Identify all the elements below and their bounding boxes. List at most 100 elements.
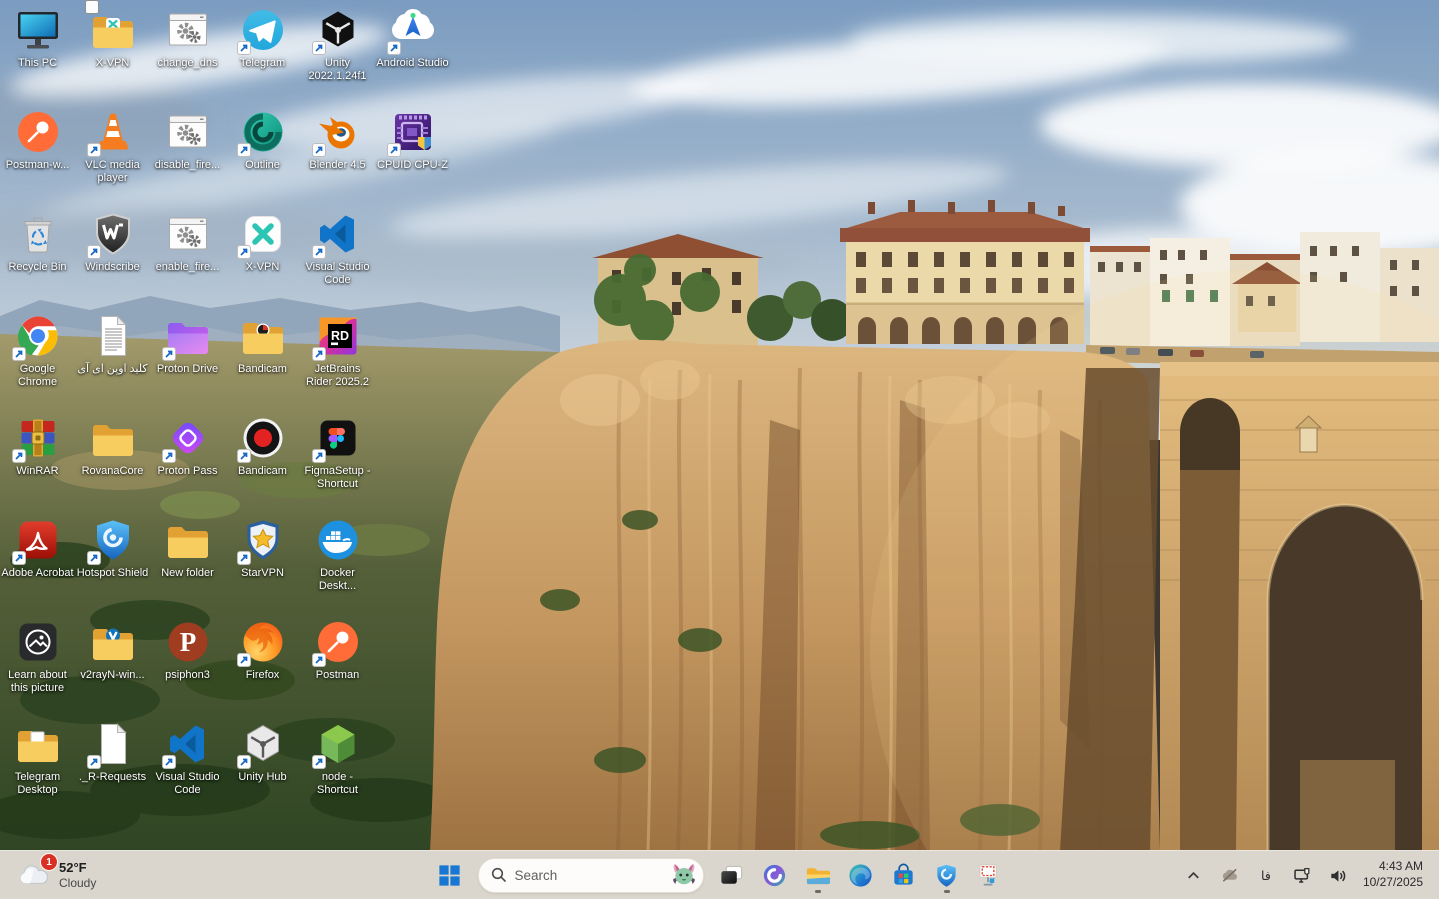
shortcut-arrow-icon: [12, 551, 26, 565]
desktop-icon-telegram-desktop[interactable]: Telegram Desktop: [0, 720, 75, 798]
desktop-icon-outline[interactable]: Outline: [225, 108, 300, 172]
taskbar-center: Search: [430, 851, 1010, 899]
gear-window-icon: [164, 108, 212, 156]
desktop-icon-v2rayn[interactable]: v2rayN-win...: [75, 618, 150, 682]
postman-icon: [14, 108, 62, 156]
weather-widget[interactable]: 1 52°F Cloudy: [10, 851, 104, 899]
desktop-icon-telegram[interactable]: Telegram: [225, 6, 300, 70]
desktop-icon-windscribe[interactable]: Windscribe: [75, 210, 150, 274]
start-button[interactable]: [430, 855, 470, 895]
desktop-icon-this-pc[interactable]: This PC: [0, 6, 75, 70]
desktop-icon-x-vpn-folder[interactable]: X-VPN: [75, 6, 150, 70]
desktop-icon-adobe-acrobat[interactable]: Adobe Acrobat: [0, 516, 75, 580]
windows-logo-icon: [436, 862, 463, 889]
folder-v2ray-icon: [89, 618, 137, 666]
desktop-icon-label: Proton Drive: [150, 363, 225, 376]
desktop-icon-bandicam[interactable]: Bandicam: [225, 414, 300, 478]
desktop-icon-vlc-media-player[interactable]: VLC media player: [75, 108, 150, 186]
desktop-icon-label: Hotspot Shield: [75, 567, 150, 580]
desktop-icon-x-vpn[interactable]: X-VPN: [225, 210, 300, 274]
desktop-icon-proton-pass[interactable]: Proton Pass: [150, 414, 225, 478]
desktop-icon-label: CPUID CPU-Z: [375, 159, 450, 172]
desktop-icon-r-requests[interactable]: ._R-Requests: [75, 720, 150, 784]
shortcut-arrow-icon: [237, 449, 251, 463]
desktop-icon-proton-drive[interactable]: Proton Drive: [150, 312, 225, 376]
clock-date: 10/27/2025: [1363, 875, 1423, 891]
desktop-icon-google-chrome[interactable]: Google Chrome: [0, 312, 75, 390]
desktop-icon-blender[interactable]: Blender 4.5: [300, 108, 375, 172]
taskbar-microsoft-store-button[interactable]: [884, 855, 924, 895]
desktop-icon-android-studio[interactable]: Android Studio: [375, 6, 450, 70]
desktop-icon-label: Bandicam: [225, 363, 300, 376]
learn-picture-icon: [14, 618, 62, 666]
selection-checkbox[interactable]: [85, 0, 99, 14]
desktop-icon-figma-setup[interactable]: FigmaSetup - Shortcut: [300, 414, 375, 492]
desktop-icon-label: Google Chrome: [0, 363, 75, 390]
desktop-icon-learn-about-picture[interactable]: Learn about this picture: [0, 618, 75, 696]
shortcut-arrow-icon: [312, 347, 326, 361]
desktop-icon-starvpn[interactable]: StarVPN: [225, 516, 300, 580]
desktop-icon-label: Outline: [225, 159, 300, 172]
desktop-icon-bandicam-folder[interactable]: Bandicam: [225, 312, 300, 376]
snip-icon: [976, 862, 1003, 889]
desktop-icon-disable-firewall[interactable]: disable_fire...: [150, 108, 225, 172]
store-icon: [890, 862, 917, 889]
desktop-icon-rovanacore[interactable]: RovanaCore: [75, 414, 150, 478]
desktop: This PCX-VPNchange_dnsTelegramUnity 2022…: [0, 0, 1439, 899]
running-indicator: [815, 890, 821, 893]
taskbar-task-view-button[interactable]: [712, 855, 752, 895]
desktop-icon-winrar[interactable]: WinRAR: [0, 414, 75, 478]
taskbar-copilot-button[interactable]: [755, 855, 795, 895]
network-button[interactable]: [1285, 857, 1319, 893]
desktop-icon-postman-installer[interactable]: Postman-w...: [0, 108, 75, 172]
desktop-icon-psiphon3[interactable]: Ppsiphon3: [150, 618, 225, 682]
desktop-icon-recycle-bin[interactable]: Recycle Bin: [0, 210, 75, 274]
desktop-icon-hotspot-shield[interactable]: Hotspot Shield: [75, 516, 150, 580]
creature-icon: [671, 862, 697, 888]
desktop-icon-new-folder[interactable]: New folder: [150, 516, 225, 580]
desktop-icon-unity-2022[interactable]: Unity 2022.1.24f1: [300, 6, 375, 84]
language-indicator[interactable]: فا: [1249, 857, 1283, 893]
shortcut-arrow-icon: [387, 41, 401, 55]
recycle-icon: [14, 210, 62, 258]
desktop-icon-docker-desktop[interactable]: Docker Deskt...: [300, 516, 375, 594]
desktop-icon-change-dns[interactable]: change_dns: [150, 6, 225, 70]
desktop-icon-visual-studio-code[interactable]: Visual Studio Code: [300, 210, 375, 288]
desktop-icon-firefox[interactable]: Firefox: [225, 618, 300, 682]
desktop-icon-label: change_dns: [150, 57, 225, 70]
taskbar-file-explorer-button[interactable]: [798, 855, 838, 895]
desktop-icon-cpuid-cpu-z[interactable]: CPUID CPU-Z: [375, 108, 450, 172]
desktop-icon-label: X-VPN: [225, 261, 300, 274]
desktop-icon-enable-firewall[interactable]: enable_fire...: [150, 210, 225, 274]
doc-lines-icon: [89, 312, 137, 360]
desktop-icon-visual-studio-code-2[interactable]: Visual Studio Code: [150, 720, 225, 798]
desktop-icon-label: X-VPN: [75, 57, 150, 70]
desktop-icon-unity-hub[interactable]: Unity Hub: [225, 720, 300, 784]
taskbar-hotspot-shield-button[interactable]: [927, 855, 967, 895]
desktop-icon-node-shortcut[interactable]: node - Shortcut: [300, 720, 375, 798]
taskbar-edge-button[interactable]: [841, 855, 881, 895]
volume-button[interactable]: [1321, 857, 1355, 893]
shortcut-arrow-icon: [237, 143, 251, 157]
desktop-icon-label: This PC: [0, 57, 75, 70]
cloud-off-icon: [1220, 866, 1239, 885]
desktop-icon-openai-key-doc[interactable]: کلید اوپن ای آی: [75, 312, 150, 376]
taskbar-snipping-app-button[interactable]: [970, 855, 1010, 895]
shortcut-arrow-icon: [12, 347, 26, 361]
search-input[interactable]: Search: [478, 858, 704, 893]
onedrive-status-button[interactable]: [1213, 857, 1247, 893]
tray-chevron-button[interactable]: [1177, 857, 1211, 893]
copilot-icon: [761, 862, 788, 889]
desktop-icon-label: Postman-w...: [0, 159, 75, 172]
weather-condition: Cloudy: [59, 876, 96, 890]
desktop-icon-jetbrains-rider[interactable]: RDJetBrains Rider 2025.2: [300, 312, 375, 390]
folder-bandicam-icon: [239, 312, 287, 360]
gear-window-icon: [164, 6, 212, 54]
clock[interactable]: 4:43 AM 10/27/2025: [1357, 859, 1431, 890]
desktop-icon-label: RovanaCore: [75, 465, 150, 478]
desktop-icon-postman[interactable]: Postman: [300, 618, 375, 682]
monitor-icon: [14, 6, 62, 54]
shortcut-arrow-icon: [312, 449, 326, 463]
desktop-icon-label: Firefox: [225, 669, 300, 682]
shortcut-arrow-icon: [87, 551, 101, 565]
